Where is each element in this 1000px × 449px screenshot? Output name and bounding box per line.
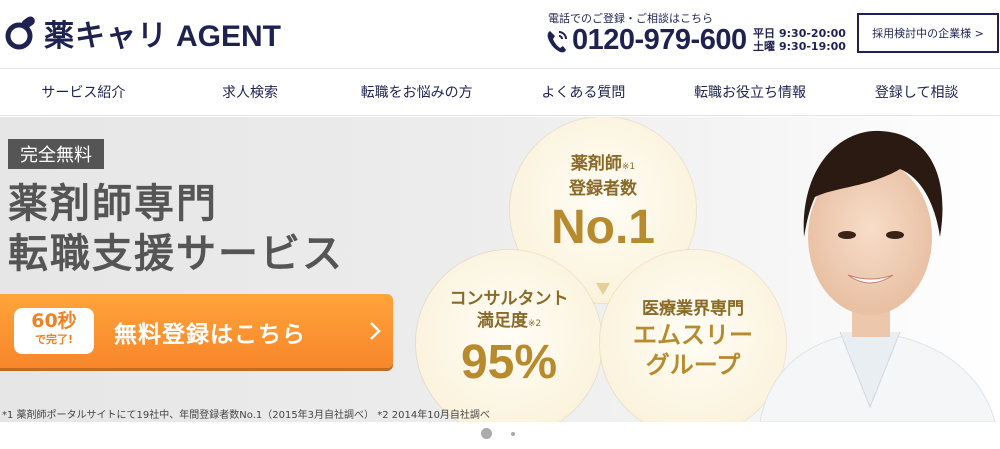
free-register-button[interactable]: 60秒 で完了! 無料登録はこちら <box>0 294 393 368</box>
nav-item-career-worries[interactable]: 転職をお悩みの方 <box>333 69 500 115</box>
pharmacist-photo <box>740 117 1000 422</box>
carousel-dot-1[interactable] <box>481 428 492 439</box>
hero-footnote: *1 薬剤師ポータルサイトにて19社中、年間登録者数No.1（2015年3月自社… <box>2 410 490 421</box>
cta-label: 無料登録はこちら <box>114 322 306 348</box>
nav-item-career-info[interactable]: 転職お役立ち情報 <box>667 69 834 115</box>
phone-number[interactable]: 0120-979-600 <box>572 24 747 57</box>
capsule-logo-icon <box>4 16 38 50</box>
carousel-dot-2[interactable] <box>511 432 515 436</box>
stat-circle-satisfaction: コンサルタント 満足度※2 95% <box>416 250 602 422</box>
logo-text: 薬キャリ AGENT <box>44 19 281 54</box>
site-logo[interactable]: 薬キャリ AGENT <box>4 12 281 54</box>
hero-headline: 薬剤師専門 転職支援サービス <box>8 181 344 277</box>
phone-icon <box>545 28 569 54</box>
phone-contact[interactable]: 電話でのご登録・ご相談はこちら 0120-979-600 平日 9:30-20:0… <box>545 10 850 60</box>
free-badge: 完全無料 <box>8 139 104 169</box>
nav-item-service[interactable]: サービス紹介 <box>0 69 167 115</box>
global-nav: サービス紹介 求人検索 転職をお悩みの方 よくある質問 転職お役立ち情報 登録し… <box>0 68 1000 116</box>
nav-item-job-search[interactable]: 求人検索 <box>167 69 334 115</box>
business-hours: 平日 9:30-20:00 土曜 9:30-19:00 <box>753 27 846 53</box>
nav-item-faq[interactable]: よくある質問 <box>500 69 667 115</box>
triangle-decoration-icon <box>596 280 610 295</box>
hero-banner[interactable]: 完全無料 薬剤師専門 転職支援サービス 60秒 で完了! 無料登録はこちら 薬剤… <box>0 117 1000 422</box>
sixty-seconds-badge: 60秒 で完了! <box>14 308 94 354</box>
site-header: 薬キャリ AGENT 電話でのご登録・ご相談はこちら 0120-979-600 平… <box>0 0 1000 68</box>
nav-item-register-consult[interactable]: 登録して相談 <box>833 69 1000 115</box>
chevron-right-icon <box>365 320 385 342</box>
corporate-button[interactable]: 採用検討中の企業様 > <box>857 13 999 53</box>
